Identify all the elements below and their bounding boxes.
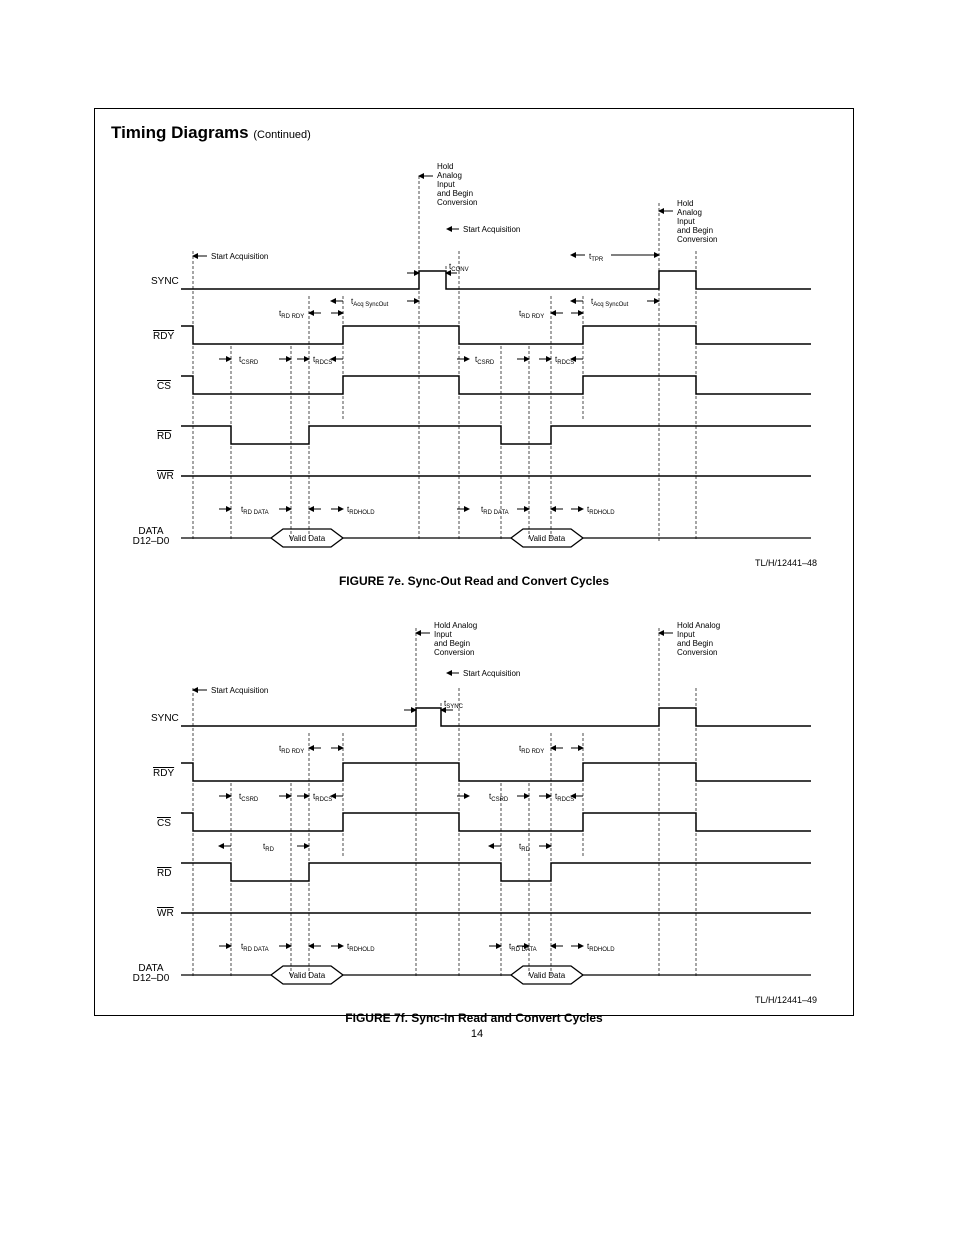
valid-data2-2: Valid Data — [529, 971, 566, 980]
annot-tcsrd-1: tCSRD — [239, 355, 259, 366]
annot-hold-1: HoldAnalogInputand BeginConversion — [437, 162, 477, 207]
annot2-trdhold-1: tRDHOLD — [347, 942, 375, 953]
annot-trdhold-2: tRDHOLD — [587, 505, 615, 516]
annot-tacq-2: tAcq SyncOut — [591, 297, 629, 308]
timing-diagram-7f: Hold AnalogInputand BeginConversion Hold… — [111, 618, 837, 1025]
annot2-hold-2: Hold AnalogInputand BeginConversion — [677, 621, 720, 657]
valid-data-1: Valid Data — [289, 534, 326, 543]
annot-trdcs-1: tRDCS — [313, 355, 332, 366]
annot-hold-2: HoldAnalogInputand BeginConversion — [677, 199, 717, 244]
annot-tacq-1: tAcq SyncOut — [351, 297, 389, 308]
annot2-trdcs-2: tRDCS — [555, 792, 574, 803]
annot-start-acq-2: Start Acquisition — [463, 225, 520, 234]
section-title: Timing Diagrams (Continued) — [111, 123, 837, 143]
label2-sync: SYNC — [151, 713, 179, 724]
annot2-start-acq-1: Start Acquisition — [211, 686, 268, 695]
annot2-trdrdy-2: tRD RDY — [519, 744, 544, 755]
label2-rd: RD — [157, 868, 171, 879]
annot-start-acq-1: Start Acquisition — [211, 252, 268, 261]
annot-tcsrd-2: tCSRD — [475, 355, 495, 366]
page-number: 14 — [0, 1028, 954, 1040]
label2-rdy: RDY — [153, 768, 174, 779]
annot-trdcs-2: tRDCS — [555, 355, 574, 366]
waveform-rd — [181, 426, 811, 444]
annot2-tcsrd-2: tCSRD — [489, 792, 509, 803]
valid-data-2: Valid Data — [529, 534, 566, 543]
title-text: Timing Diagrams — [111, 123, 249, 142]
label2-cs: CS — [157, 818, 171, 829]
waveform2-rd — [181, 863, 811, 881]
figure-caption-7e: FIGURE 7e. Sync-Out Read and Convert Cyc… — [111, 574, 837, 588]
waveform2-data — [181, 966, 811, 984]
annot-trdrdy-2: tRD RDY — [519, 309, 544, 320]
waveform-sync — [181, 271, 811, 289]
valid-data2-1: Valid Data — [289, 971, 326, 980]
annot2-trdhold-2: tRDHOLD — [587, 942, 615, 953]
annot-ttpr: tTPR — [589, 252, 604, 263]
annot2-trddata-2: tRD DATA — [509, 942, 537, 953]
waveform-rdy — [181, 326, 811, 344]
label2-wr: WR — [157, 908, 174, 919]
annot2-tsync: tSYNC — [444, 699, 464, 710]
label-wr: WR — [157, 471, 174, 482]
annot2-hold-1: Hold AnalogInputand BeginConversion — [434, 621, 477, 657]
waveform2-sync — [181, 708, 811, 726]
timing-diagram-7e: HoldAnalogInputand BeginConversion HoldA… — [111, 151, 837, 588]
waveform2-rdy — [181, 763, 811, 781]
title-continued: (Continued) — [253, 129, 310, 141]
figure-caption-7f: FIGURE 7f. Sync-In Read and Convert Cycl… — [111, 1011, 837, 1025]
annot-trdrdy-1: tRD RDY — [279, 309, 304, 320]
label-sync: SYNC — [151, 276, 179, 287]
annot-trddata-1: tRD DATA — [241, 505, 269, 516]
label-rd: RD — [157, 431, 171, 442]
annot2-tcsrd-1: tCSRD — [239, 792, 259, 803]
annot2-trdrdy-1: tRD RDY — [279, 744, 304, 755]
annot-trdhold-1: tRDHOLD — [347, 505, 375, 516]
label-rdy: RDY — [153, 331, 174, 342]
label-cs: CS — [157, 381, 171, 392]
annot2-trddata-1: tRD DATA — [241, 942, 269, 953]
tl-ref-2: TL/H/12441–49 — [111, 995, 817, 1005]
tl-ref-1: TL/H/12441–48 — [111, 558, 817, 568]
waveform-cs — [181, 376, 811, 394]
waveform2-cs — [181, 813, 811, 831]
annot2-start-acq-2: Start Acquisition — [463, 669, 520, 678]
annot2-trdcs-1: tRDCS — [313, 792, 332, 803]
waveform-data — [181, 529, 811, 547]
annot2-trd-1: tRD — [263, 842, 275, 853]
annot-trddata-2: tRD DATA — [481, 505, 509, 516]
label2-data2: D12–D0 — [133, 973, 170, 984]
label-data2: D12–D0 — [133, 536, 170, 547]
